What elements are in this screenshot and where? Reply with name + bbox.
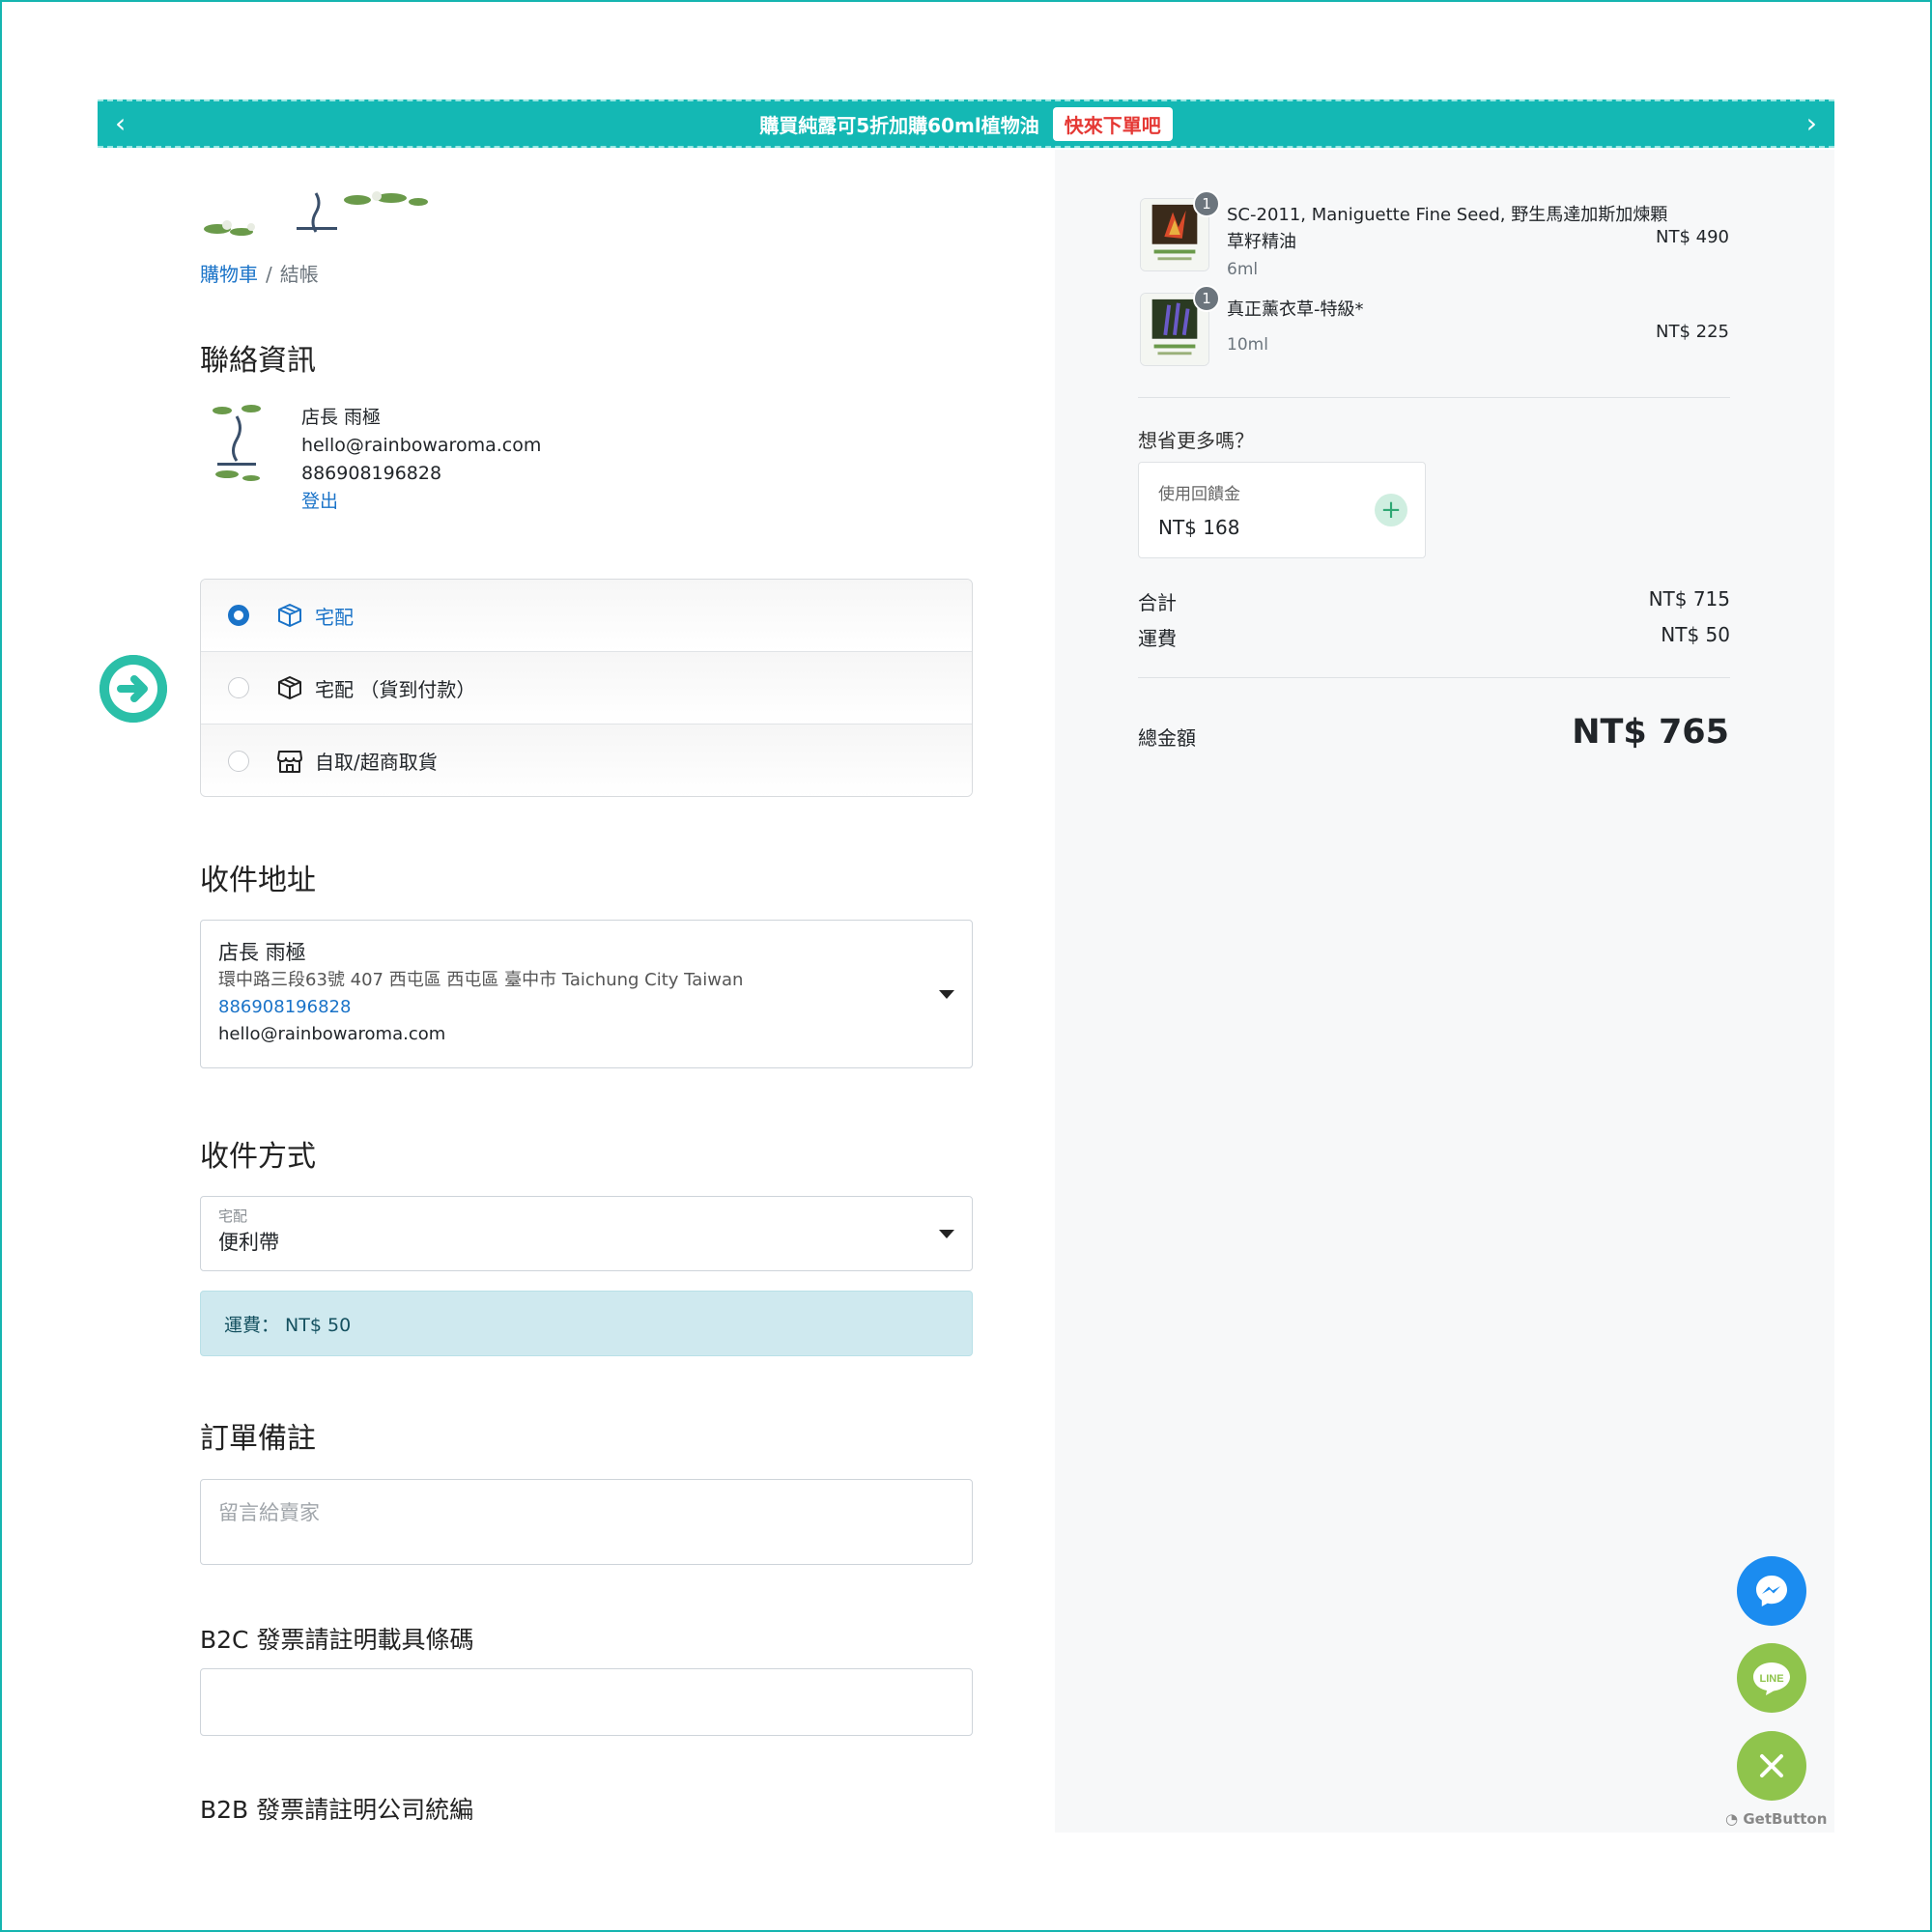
- address-phone: 886908196828: [218, 997, 352, 1017]
- shipping-method-group: 宅配: [218, 1208, 248, 1225]
- address-email: hello@rainbowaroma.com: [218, 1024, 446, 1044]
- cart-item-info: SC-2011, Maniguette Fine Seed, 野生馬達加斯加煉顆…: [1227, 202, 1671, 283]
- cart-item-variant: 6ml: [1227, 260, 1259, 279]
- subtotal-label: 合計: [1138, 591, 1177, 614]
- subtotal-row: 合計 NT$ 715: [1138, 587, 1730, 615]
- arrow-right-circle-icon: [99, 655, 167, 723]
- shipping-label: 運費: [1138, 627, 1177, 650]
- line-button-label: LINE: [1759, 1673, 1783, 1685]
- delivery-options: 宅配 宅配 （貨到付款） 自取/超商取貨: [200, 579, 973, 797]
- chevron-left-icon[interactable]: ‹: [115, 109, 126, 138]
- getbutton-credit[interactable]: ◔ GetButton: [1725, 1810, 1827, 1828]
- cart-item-title: 真正薰衣草-特級*: [1227, 299, 1364, 320]
- getbutton-logo-icon: ◔: [1725, 1810, 1739, 1828]
- announcement-bar: ‹ 購買純露可5折加購60ml植物油 快來下單吧 ›: [98, 99, 1834, 148]
- reward-credit-card[interactable]: 使用回饋金 NT$ 168 +: [1138, 462, 1426, 558]
- reward-credit-label: 使用回饋金: [1158, 485, 1240, 504]
- b2c-invoice-label: B2C 發票請註明載具條碼: [200, 1626, 474, 1654]
- breadcrumb-separator: /: [266, 263, 272, 286]
- announcement-cta[interactable]: 快來下單吧: [1052, 106, 1173, 141]
- chevron-right-icon[interactable]: ›: [1806, 109, 1817, 138]
- box-icon: [278, 604, 301, 627]
- avatar: [213, 405, 261, 481]
- close-widget-button[interactable]: [1737, 1731, 1806, 1801]
- quantity-badge: 1: [1193, 285, 1220, 312]
- cart-item-price: NT$ 225: [1656, 322, 1729, 342]
- divider: [1138, 677, 1730, 678]
- contact-details: 店長 雨極 hello@rainbowaroma.com 88690819682…: [301, 404, 541, 516]
- cart-item: 1 真正薰衣草-特級* 10ml NT$ 225: [1140, 285, 1729, 370]
- logout-link[interactable]: 登出: [301, 488, 541, 516]
- savings-title: 想省更多嗎？: [1138, 429, 1254, 452]
- contact-heading: 聯絡資訊: [200, 344, 316, 378]
- divider: [1138, 397, 1730, 398]
- breadcrumb-cart-link[interactable]: 購物車: [200, 263, 258, 286]
- delivery-option-label: 宅配: [315, 605, 354, 629]
- messenger-button[interactable]: [1737, 1556, 1806, 1626]
- delivery-option-label: 自取/超商取貨: [315, 751, 438, 774]
- shipping-fee-alert: 運費： NT$ 50: [200, 1291, 973, 1356]
- delivery-option-home[interactable]: 宅配: [201, 580, 972, 652]
- contact-phone: 886908196828: [301, 463, 442, 484]
- store-icon: [277, 750, 302, 773]
- delivery-option-label: 宅配 （貨到付款）: [315, 677, 476, 701]
- contact-name: 店長 雨極: [301, 407, 382, 428]
- address-heading: 收件地址: [200, 864, 316, 897]
- close-icon: [1760, 1754, 1783, 1777]
- shipping-row: 運費 NT$ 50: [1138, 623, 1730, 651]
- messenger-icon: [1756, 1576, 1787, 1606]
- store-logo[interactable]: [198, 188, 435, 244]
- plus-icon[interactable]: +: [1375, 494, 1407, 526]
- cart-item: 1 SC-2011, Maniguette Fine Seed, 野生馬達加斯加…: [1140, 190, 1729, 279]
- shipping-method-heading: 收件方式: [200, 1140, 316, 1174]
- shipping-method-select[interactable]: 宅配 便利帶: [200, 1196, 973, 1271]
- total-label: 總金額: [1138, 726, 1196, 750]
- address-line: 環中路三段63號 407 西屯區 西屯區 臺中市 Taichung City T…: [218, 970, 744, 990]
- shipping-value: NT$ 50: [1661, 623, 1730, 646]
- caret-down-icon: [939, 1230, 954, 1238]
- contact-email: hello@rainbowaroma.com: [301, 435, 542, 456]
- order-note-textarea[interactable]: 留言給賣家: [200, 1479, 973, 1565]
- total-value: NT$ 765: [1572, 713, 1729, 752]
- subtotal-value: NT$ 715: [1648, 587, 1730, 611]
- delivery-option-cod[interactable]: 宅配 （貨到付款）: [201, 652, 972, 724]
- reward-credit-amount: NT$ 168: [1158, 516, 1240, 539]
- cart-item-info: 真正薰衣草-特級* 10ml: [1227, 297, 1671, 358]
- getbutton-text: GetButton: [1743, 1810, 1828, 1828]
- line-button[interactable]: LINE: [1737, 1643, 1806, 1713]
- address-select[interactable]: 店長 雨極 環中路三段63號 407 西屯區 西屯區 臺中市 Taichung …: [200, 920, 973, 1068]
- shipping-method-value: 便利帶: [218, 1231, 279, 1254]
- cart-item-title: SC-2011, Maniguette Fine Seed, 野生馬達加斯加煉顆…: [1227, 205, 1668, 252]
- radio-cod-delivery[interactable]: [228, 677, 249, 698]
- b2b-invoice-label: B2B 發票請註明公司統編: [200, 1796, 474, 1824]
- line-icon: LINE: [1753, 1662, 1790, 1695]
- order-note-heading: 訂單備註: [200, 1422, 316, 1456]
- box-icon: [278, 676, 301, 699]
- announcement-text: 購買純露可5折加購60ml植物油: [759, 113, 1039, 137]
- b2c-invoice-input[interactable]: [200, 1668, 973, 1736]
- quantity-badge: 1: [1193, 190, 1220, 217]
- caret-down-icon: [939, 990, 954, 999]
- radio-home-delivery[interactable]: [228, 605, 249, 626]
- radio-pickup[interactable]: [228, 750, 249, 772]
- delivery-option-pickup[interactable]: 自取/超商取貨: [201, 724, 972, 796]
- cart-item-variant: 10ml: [1227, 335, 1268, 355]
- breadcrumb: 購物車 / 結帳: [200, 259, 319, 287]
- order-summary-panel: [1055, 150, 1834, 1833]
- breadcrumb-current: 結帳: [279, 263, 319, 286]
- address-name: 店長 雨極: [218, 941, 306, 964]
- cart-item-price: NT$ 490: [1656, 227, 1729, 247]
